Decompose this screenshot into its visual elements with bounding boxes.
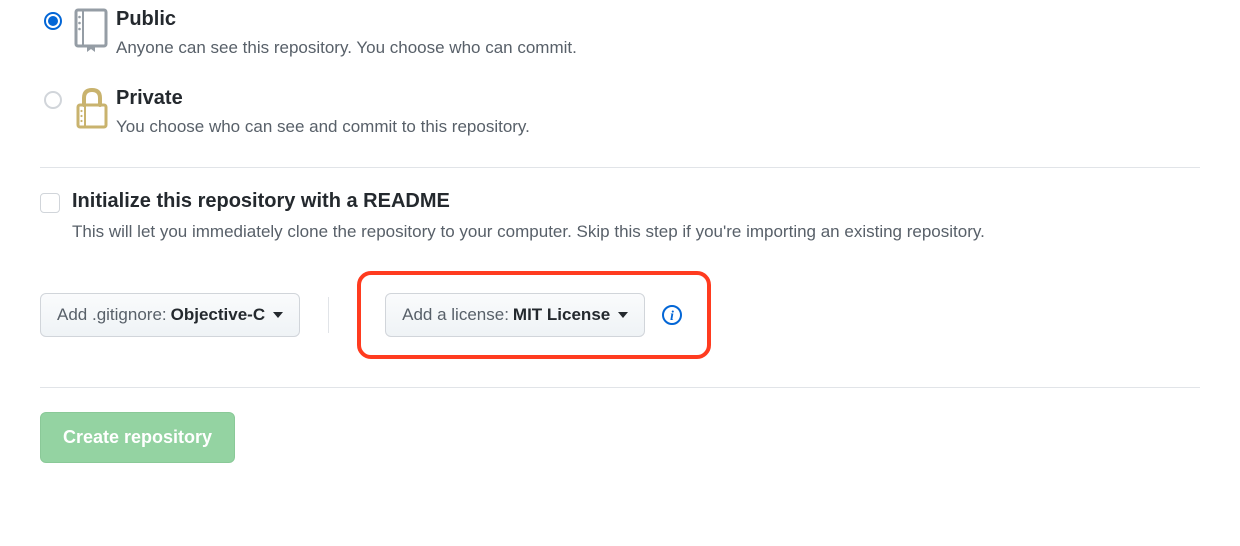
private-title: Private bbox=[116, 87, 1200, 110]
private-desc: You choose who can see and commit to thi… bbox=[116, 114, 1200, 140]
svg-text:i: i bbox=[670, 309, 674, 324]
readme-title: Initialize this repository with a README bbox=[72, 190, 1200, 213]
license-highlight-box: Add a license: MIT License i bbox=[357, 271, 711, 359]
readme-text: Initialize this repository with a README… bbox=[72, 190, 1200, 245]
public-title: Public bbox=[116, 8, 1200, 31]
vertical-separator bbox=[328, 297, 329, 333]
public-desc: Anyone can see this repository. You choo… bbox=[116, 35, 1200, 61]
readme-row: Initialize this repository with a README… bbox=[40, 190, 1200, 245]
radio-public[interactable] bbox=[44, 12, 62, 30]
gitignore-value: Objective-C bbox=[171, 304, 265, 326]
lock-icon bbox=[66, 87, 116, 131]
gitignore-label: Add .gitignore: bbox=[57, 304, 167, 326]
visibility-option-public[interactable]: Public Anyone can see this repository. Y… bbox=[40, 0, 1200, 79]
divider bbox=[40, 387, 1200, 388]
option-text: Public Anyone can see this repository. Y… bbox=[116, 8, 1200, 61]
readme-desc: This will let you immediately clone the … bbox=[72, 219, 1200, 245]
dropdown-row: Add .gitignore: Objective-C Add a licens… bbox=[40, 271, 1200, 359]
repo-icon bbox=[66, 8, 116, 52]
license-dropdown[interactable]: Add a license: MIT License bbox=[385, 293, 645, 337]
gitignore-dropdown[interactable]: Add .gitignore: Objective-C bbox=[40, 293, 300, 337]
readme-checkbox[interactable] bbox=[40, 193, 60, 213]
chevron-down-icon bbox=[618, 312, 628, 318]
radio-wrap bbox=[40, 8, 66, 30]
radio-private[interactable] bbox=[44, 91, 62, 109]
license-label: Add a license: bbox=[402, 304, 509, 326]
info-icon[interactable]: i bbox=[661, 304, 683, 326]
radio-wrap bbox=[40, 87, 66, 109]
create-repository-button[interactable]: Create repository bbox=[40, 412, 235, 463]
option-text: Private You choose who can see and commi… bbox=[116, 87, 1200, 140]
visibility-option-private[interactable]: Private You choose who can see and commi… bbox=[40, 79, 1200, 158]
chevron-down-icon bbox=[273, 312, 283, 318]
license-value: MIT License bbox=[513, 304, 610, 326]
divider bbox=[40, 167, 1200, 168]
